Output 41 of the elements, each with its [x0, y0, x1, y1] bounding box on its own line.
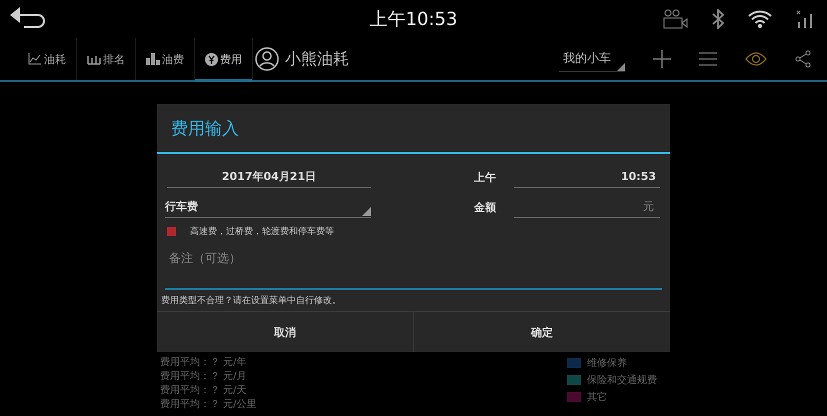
legend-label: 其它	[587, 390, 607, 404]
category-hint: 高速费，过桥费，轮渡费和停车费等	[190, 226, 334, 238]
share-icon[interactable]	[795, 50, 811, 68]
person-icon	[255, 47, 279, 71]
dialog-button[interactable]: 取消	[157, 312, 413, 352]
date-field[interactable]: 2017年04月21日	[167, 166, 371, 188]
legend-label: 保险和交通规费	[587, 374, 657, 387]
signal-icon	[795, 9, 815, 29]
video-camera-icon	[663, 9, 689, 29]
bluetooth-icon	[711, 9, 725, 29]
stat-text: 费用平均：？ 元/年	[160, 356, 248, 370]
stat-text: 费用平均：？ 元/天	[160, 384, 248, 398]
eye-icon[interactable]	[745, 52, 767, 66]
wifi-icon	[747, 9, 773, 29]
amount-label: 金额	[474, 200, 497, 214]
yen-coin-icon	[205, 52, 218, 66]
bar-chart-icon	[146, 53, 160, 65]
clock-time: 上午10:53	[370, 8, 458, 31]
line-chart-icon	[28, 53, 42, 65]
tab[interactable]: 费用	[195, 38, 253, 80]
note-field[interactable]: 备注（可选）	[165, 244, 662, 290]
time-field[interactable]: 10:53	[514, 166, 660, 188]
menu-icon[interactable]	[699, 52, 717, 66]
amount-field[interactable]: 元	[514, 196, 660, 218]
dropdown-triangle-icon	[617, 63, 625, 71]
ranking-icon	[87, 53, 101, 65]
app-title: 小熊油耗	[285, 48, 349, 70]
dialog-button[interactable]: 确定	[413, 312, 670, 352]
car-dropdown[interactable]: 我的小车	[559, 46, 625, 72]
legend-label: 维修保养	[587, 356, 627, 370]
dropdown-triangle-icon	[362, 207, 371, 216]
stat-text: 费用平均：？ 元/公里	[160, 398, 257, 412]
category-dropdown[interactable]: 行车费	[165, 196, 371, 218]
stat-text: 费用平均：？ 元/月	[160, 370, 248, 384]
tab[interactable]: 排名	[77, 38, 136, 80]
ampm-label: 上午	[474, 170, 497, 184]
footer-note: 费用类型不合理？请在设置菜单中自行修改。	[161, 296, 341, 306]
add-icon[interactable]	[653, 50, 671, 68]
tab[interactable]: 油费	[136, 38, 195, 80]
tab[interactable]: 油耗	[18, 38, 77, 80]
dialog-title: 费用输入	[171, 118, 239, 140]
